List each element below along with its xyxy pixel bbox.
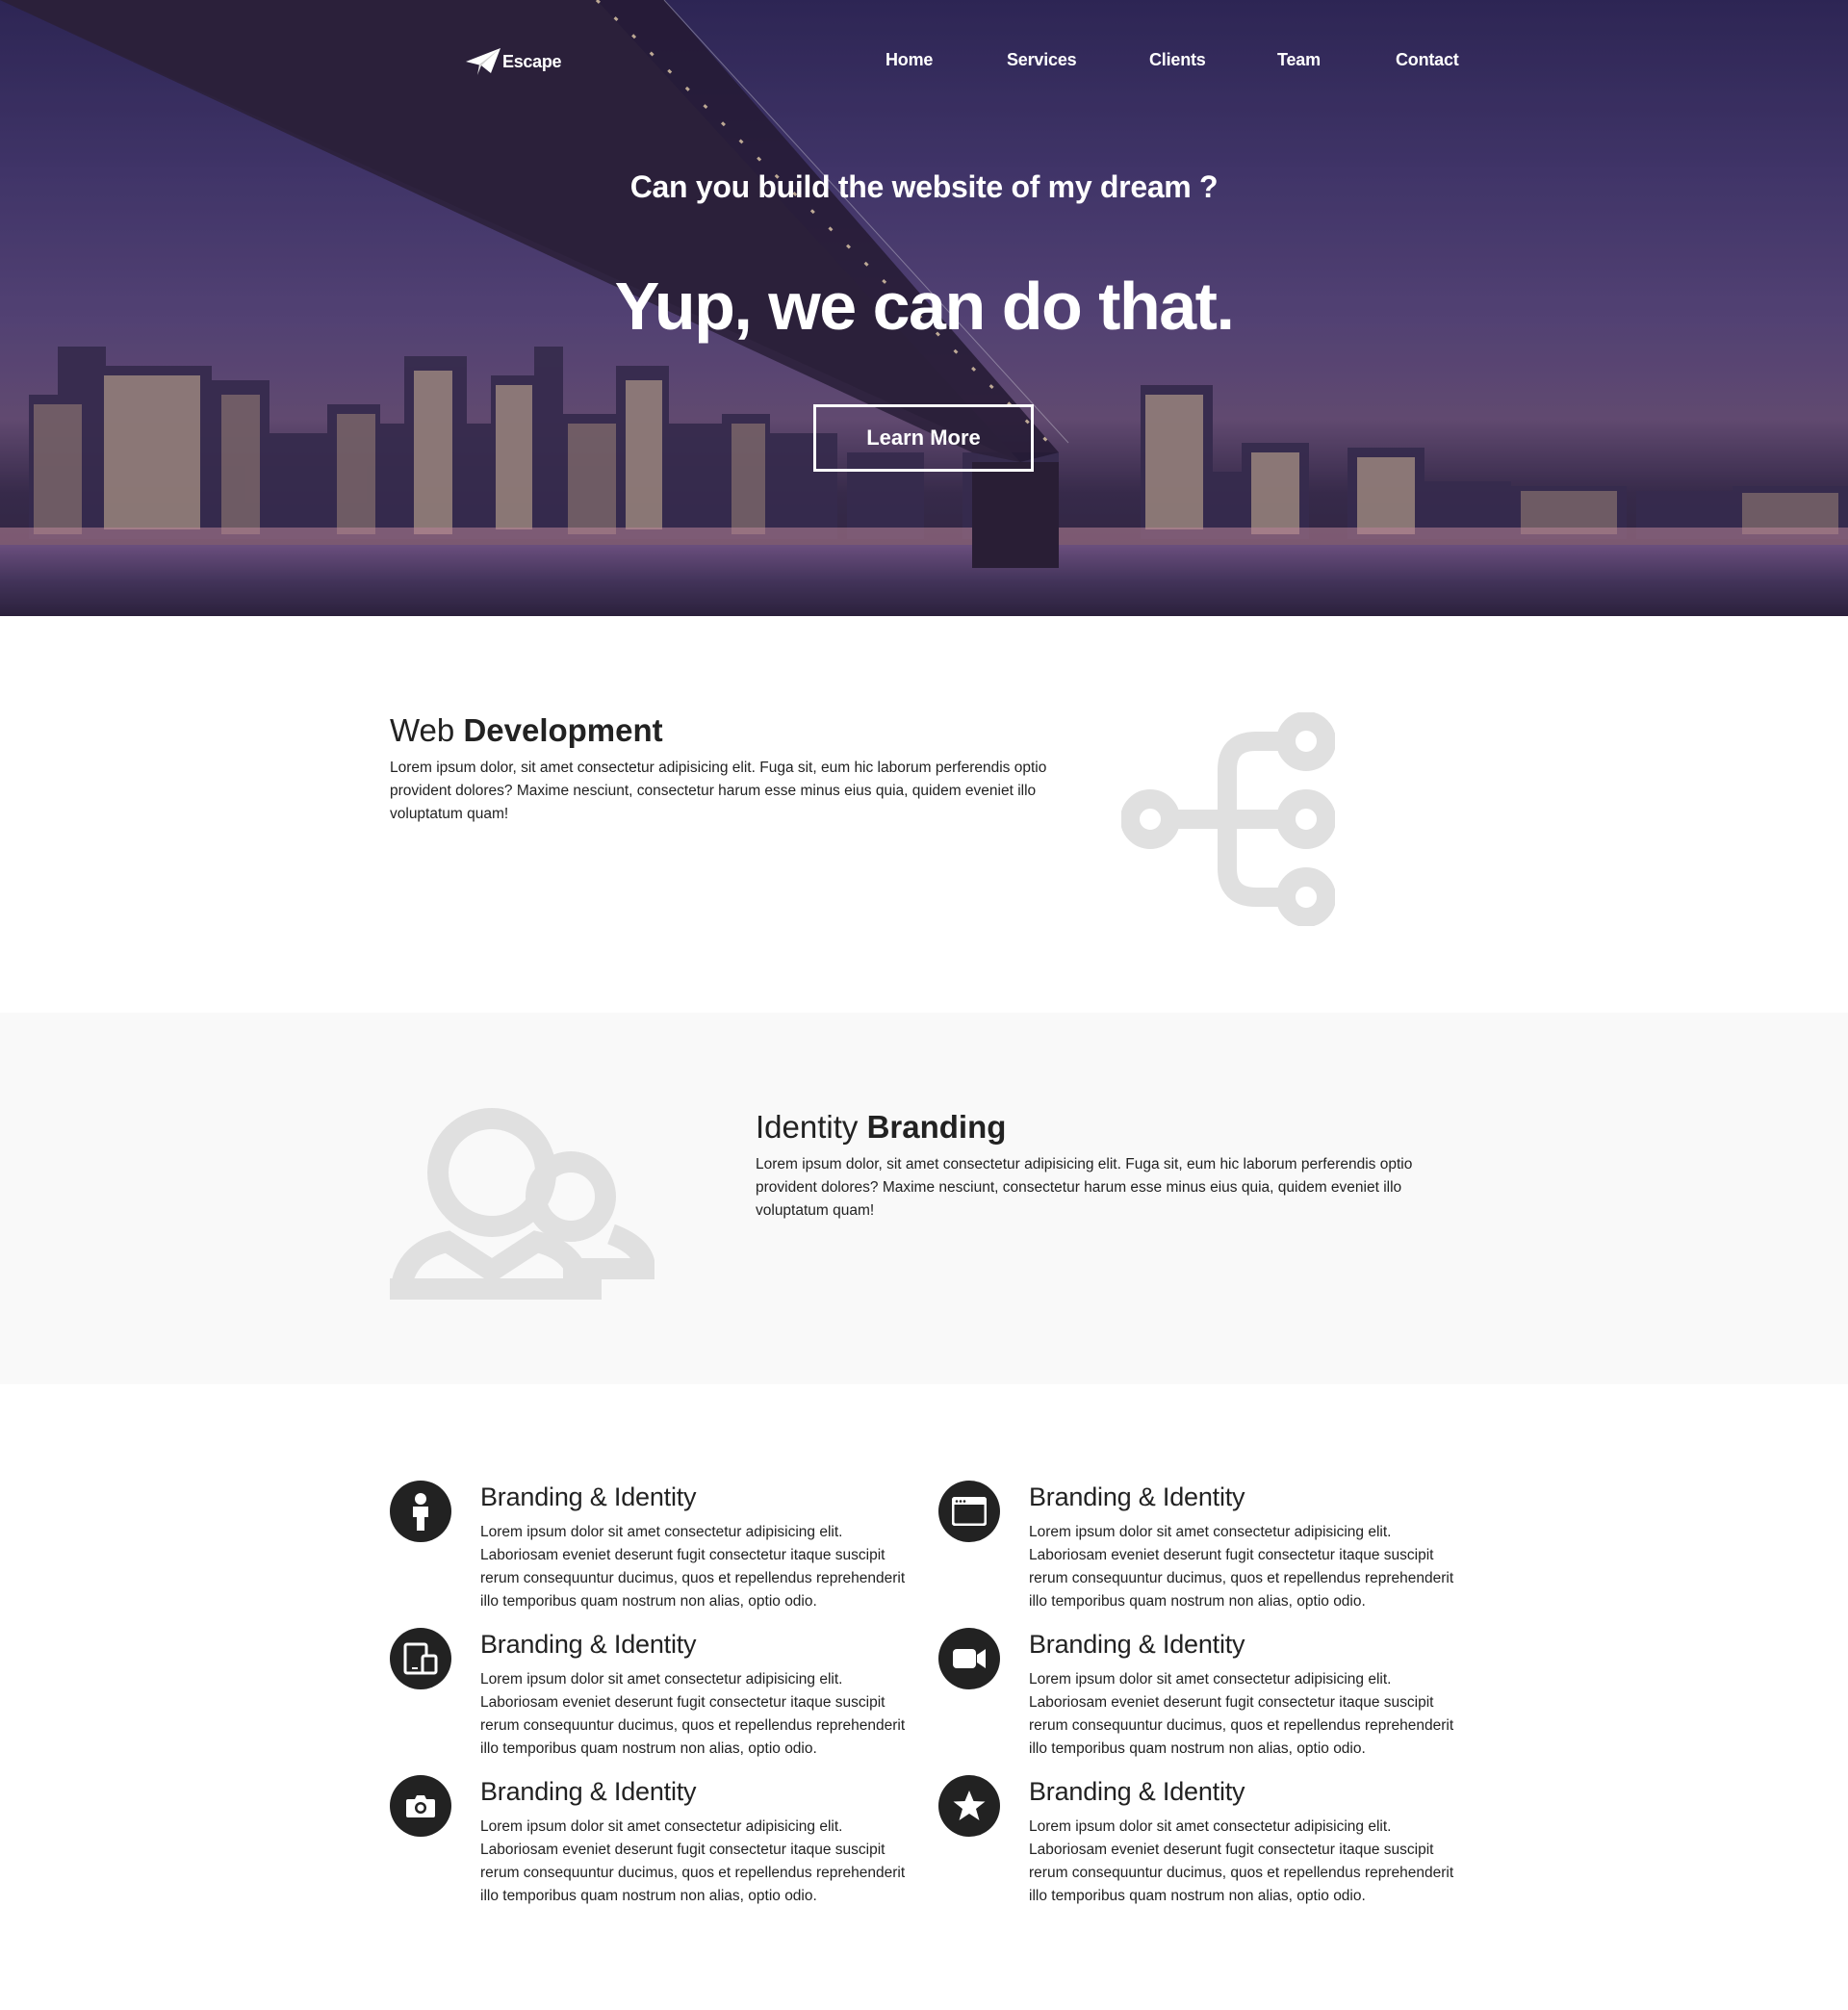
brand-logo[interactable]: Escape	[466, 48, 562, 75]
nav-link-clients[interactable]: Clients	[1149, 50, 1206, 70]
heading-bold: Development	[463, 712, 663, 748]
nav-link-contact[interactable]: Contact	[1396, 50, 1459, 70]
service-text: Lorem ipsum dolor sit amet consectetur a…	[480, 1671, 906, 1757]
star-icon	[938, 1775, 1000, 1837]
video-camera-icon	[938, 1628, 1000, 1689]
service-title: Branding & Identity	[1029, 1777, 1245, 1806]
service-text: Lorem ipsum dolor sit amet consectetur a…	[480, 1524, 906, 1610]
nav-link-team[interactable]: Team	[1277, 50, 1321, 70]
service-text: Lorem ipsum dolor sit amet consectetur a…	[1029, 1524, 1454, 1610]
service-title: Branding & Identity	[480, 1482, 697, 1511]
hero-section: Escape Home Services Clients Team Contac…	[0, 0, 1848, 616]
nav-link-home[interactable]: Home	[886, 50, 933, 70]
web-development-text: Lorem ipsum dolor, sit amet consectetur …	[390, 760, 1047, 822]
hero-title: Yup, we can do that.	[614, 269, 1235, 344]
service-title: Branding & Identity	[1029, 1630, 1245, 1659]
camera-icon	[390, 1775, 451, 1837]
browser-window-icon	[938, 1481, 1000, 1542]
web-development-heading: Web Development	[390, 712, 663, 749]
identity-branding-heading: Identity Branding	[756, 1109, 1006, 1146]
nav-link-services[interactable]: Services	[1007, 50, 1077, 70]
heading-bold: Branding	[866, 1109, 1007, 1145]
service-title: Branding & Identity	[1029, 1482, 1245, 1511]
service-text: Lorem ipsum dolor sit amet consectetur a…	[1029, 1671, 1454, 1757]
heading-light: Web	[390, 712, 464, 748]
service-text: Lorem ipsum dolor sit amet consectetur a…	[1029, 1818, 1454, 1904]
service-text: Lorem ipsum dolor sit amet consectetur a…	[480, 1818, 906, 1904]
identity-branding-text: Lorem ipsum dolor, sit amet consectetur …	[756, 1156, 1413, 1219]
person-icon	[390, 1481, 451, 1542]
hero-subtitle: Can you build the website of my dream ?	[629, 169, 1219, 204]
service-title: Branding & Identity	[480, 1630, 697, 1659]
heading-light: Identity	[756, 1109, 867, 1145]
paper-plane-icon	[466, 48, 500, 75]
top-navigation: Escape Home Services Clients Team Contac…	[0, 0, 1848, 123]
learn-more-button[interactable]: Learn More	[813, 404, 1034, 472]
sitemap-icon	[1121, 712, 1335, 926]
service-title: Branding & Identity	[480, 1777, 697, 1806]
brand-name: Escape	[502, 51, 562, 71]
devices-icon	[390, 1628, 451, 1689]
users-icon	[390, 1108, 654, 1300]
